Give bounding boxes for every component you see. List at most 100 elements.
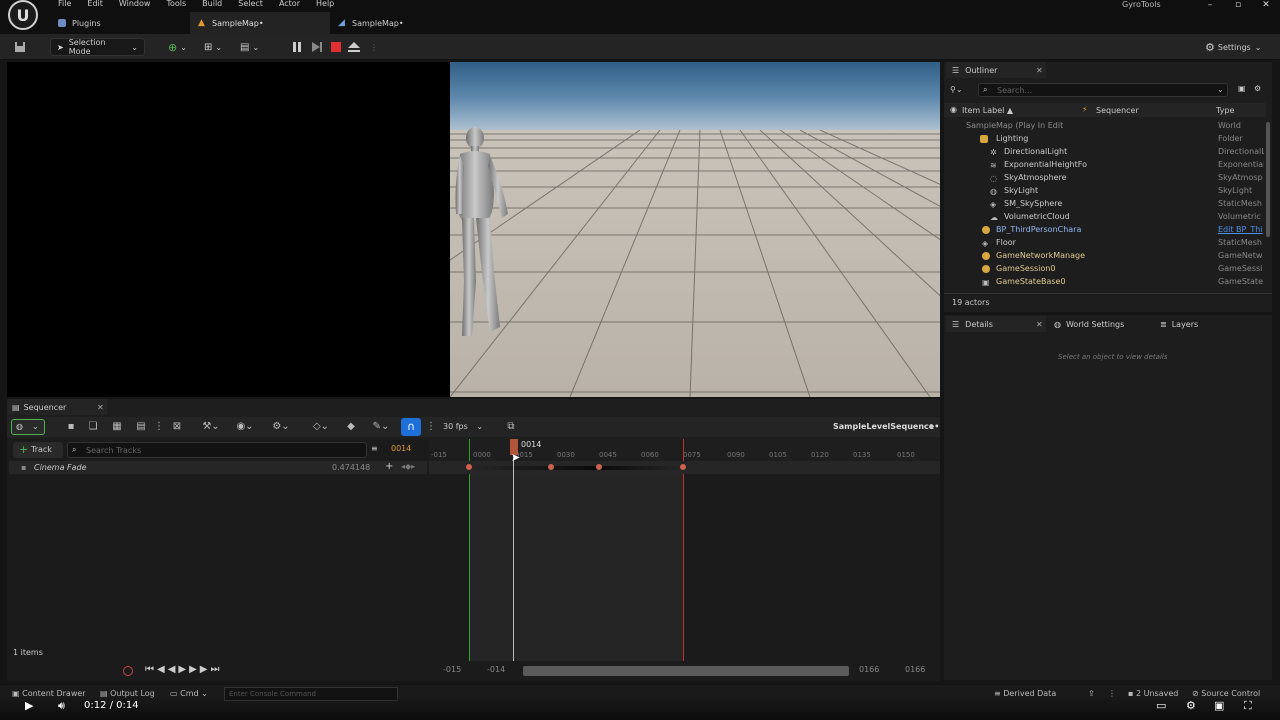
fps-dropdown[interactable]: 30 fps ⌄ bbox=[443, 422, 483, 431]
filter-icon[interactable]: ≡ bbox=[371, 444, 378, 453]
volume-icon[interactable]: 🔊︎ bbox=[58, 699, 65, 713]
menu-tools[interactable]: Tools bbox=[158, 0, 194, 8]
outliner-search-input[interactable]: ⌕ Search... ⌄ bbox=[978, 83, 1228, 97]
key-nav-icon[interactable]: ◂◆▸ bbox=[401, 462, 415, 471]
graph-icon[interactable]: ⊠ bbox=[171, 421, 183, 433]
gear-icon[interactable]: ⚙⌄ bbox=[269, 421, 293, 433]
tree-row[interactable]: ◌ SkyAtmosphere SkyAtmosp bbox=[944, 172, 1266, 185]
tree-row[interactable]: ☁ VolumetricCloud Volumetric bbox=[944, 211, 1266, 224]
menu-actor[interactable]: Actor bbox=[271, 0, 308, 8]
tree-row[interactable]: ◈ Floor StaticMesh bbox=[944, 237, 1266, 250]
settings-gear-icon[interactable]: ⚙ bbox=[1186, 699, 1196, 712]
tree-row[interactable]: ◈ SM_SkySphere StaticMesh bbox=[944, 198, 1266, 211]
add-actor-button[interactable]: ⊕ ⌄ bbox=[168, 38, 187, 56]
menu-help[interactable]: Help bbox=[308, 0, 342, 8]
level-viewport[interactable] bbox=[7, 62, 940, 397]
menu-build[interactable]: Build bbox=[194, 0, 230, 8]
settings-button[interactable]: ⚙ Settings ⌄ bbox=[1205, 38, 1261, 56]
pencil-icon[interactable]: ✎⌄ bbox=[369, 421, 393, 433]
wrench-icon[interactable]: ⚒⌄ bbox=[199, 421, 223, 433]
save-icon[interactable]: ▪ bbox=[65, 421, 77, 433]
filter-icon[interactable]: ⚲⌄ bbox=[950, 85, 963, 94]
tab-plugins[interactable]: Plugins bbox=[50, 12, 190, 34]
column-item-label[interactable]: Item Label ▲ bbox=[962, 106, 1013, 115]
tab-world-settings[interactable]: ◍ World Settings bbox=[1054, 316, 1154, 332]
time-ruler[interactable]: -015 0000 0015 0030 0045 0060 0075 0090 … bbox=[429, 439, 940, 461]
key-add-icon[interactable]: ◆ bbox=[345, 421, 357, 433]
playback-controls[interactable]: ⏮◀◀▶▶▶⏭ bbox=[145, 664, 222, 675]
mannequin-character[interactable] bbox=[450, 122, 520, 342]
timeline-scrollbar[interactable] bbox=[523, 666, 849, 676]
gear-icon[interactable]: ⚙ bbox=[1254, 84, 1261, 93]
eye-icon[interactable]: ◉ bbox=[950, 105, 957, 114]
view-end-input[interactable]: 0166 bbox=[859, 665, 879, 674]
find-icon[interactable]: ❏ bbox=[87, 421, 99, 433]
current-frame[interactable]: 0014 bbox=[391, 444, 411, 453]
render-icon[interactable]: ▦ bbox=[111, 421, 123, 433]
edit-blueprint-link[interactable]: Edit BP_Thi bbox=[1218, 225, 1264, 234]
keyframe[interactable] bbox=[548, 464, 554, 470]
keyframe[interactable] bbox=[466, 464, 472, 470]
view-start-input[interactable]: -014 bbox=[487, 665, 505, 674]
unreal-logo-icon[interactable]: U bbox=[8, 0, 38, 30]
subtitles-icon[interactable]: ▭ bbox=[1156, 699, 1166, 712]
selection-mode-dropdown[interactable]: ➤ Selection Mode ⌄ bbox=[50, 38, 145, 56]
tree-row[interactable]: ✲ DirectionalLight DirectionalL bbox=[944, 146, 1266, 159]
tree-row[interactable]: ▣ GameStateBase0 GameState bbox=[944, 276, 1266, 289]
tree-row[interactable]: ≋ ExponentialHeightFo Exponential bbox=[944, 159, 1266, 172]
menu-window[interactable]: Window bbox=[111, 0, 159, 8]
tab-samplemap-active[interactable]: ▲ SampleMap• bbox=[190, 12, 330, 34]
tab-layers[interactable]: ≣ Layers bbox=[1160, 316, 1240, 332]
tree-row[interactable]: GameSession0 GameSessi bbox=[944, 263, 1266, 276]
clapper-icon[interactable]: ▤ bbox=[135, 421, 147, 433]
snap-magnet-button[interactable]: ∩ bbox=[401, 418, 421, 436]
tab-outliner[interactable]: ☰ Outliner ✕ bbox=[946, 62, 1046, 78]
track-search-input[interactable]: ⌕ Search Tracks bbox=[67, 442, 367, 458]
play-icon[interactable]: ▶ bbox=[25, 699, 33, 712]
cinema-fade-lane[interactable] bbox=[429, 461, 940, 474]
tab-samplemap-sequencer[interactable]: ◢ SampleMap• bbox=[330, 12, 470, 34]
column-type[interactable]: Type bbox=[1216, 106, 1234, 115]
keyframe[interactable] bbox=[680, 464, 686, 470]
tree-row[interactable]: SampleMap (Play In Edit World bbox=[944, 120, 1266, 133]
world-selector-button[interactable]: ◍ ⌄ bbox=[11, 419, 45, 435]
options-icon[interactable]: ⋮ bbox=[370, 38, 378, 56]
game-view[interactable] bbox=[450, 62, 940, 397]
add-key-icon[interactable]: + bbox=[385, 461, 393, 472]
range-end-input[interactable]: 0166 bbox=[905, 665, 925, 674]
keyframe-icon[interactable]: ◇⌄ bbox=[309, 421, 333, 433]
close-icon[interactable]: ✕ bbox=[1036, 66, 1043, 75]
tab-details[interactable]: ☰ Details ✕ bbox=[946, 316, 1046, 332]
lock-icon[interactable]: 🔒︎ bbox=[929, 421, 933, 431]
tree-row[interactable]: Lighting Folder bbox=[944, 133, 1266, 146]
more-icon[interactable]: ⋮ bbox=[153, 421, 165, 433]
outliner-scrollbar[interactable] bbox=[1266, 122, 1270, 237]
menu-file[interactable]: File bbox=[50, 0, 79, 8]
step-button[interactable] bbox=[311, 38, 323, 56]
track-value[interactable]: 0.474148 bbox=[332, 463, 370, 472]
save-icon[interactable] bbox=[14, 38, 26, 56]
blueprint-button[interactable]: ⊞ ⌄ bbox=[204, 38, 222, 56]
timeline[interactable]: -015 0000 0015 0030 0045 0060 0075 0090 … bbox=[429, 439, 940, 661]
keyframe[interactable] bbox=[596, 464, 602, 470]
tree-row[interactable]: BP_ThirdPersonChara Edit BP_Thi bbox=[944, 224, 1266, 237]
tree-row[interactable]: GameNetworkManage GameNetw bbox=[944, 250, 1266, 263]
stop-button[interactable] bbox=[331, 38, 341, 56]
new-folder-icon[interactable]: ▣ bbox=[1238, 84, 1246, 93]
close-icon[interactable]: ✕ bbox=[97, 403, 104, 412]
fullscreen-icon[interactable]: ⛶ bbox=[1244, 699, 1252, 713]
track-row-cinema-fade[interactable]: ▪ Cinema Fade 0.474148 + ◂◆▸ bbox=[9, 461, 427, 474]
menu-edit[interactable]: Edit bbox=[79, 0, 111, 8]
close-icon[interactable]: ✕ bbox=[1036, 320, 1043, 329]
playback-range-icon[interactable]: ⧉ bbox=[505, 421, 517, 433]
pause-button[interactable] bbox=[292, 38, 302, 56]
miniplayer-icon[interactable]: ▣ bbox=[1214, 699, 1224, 712]
record-icon[interactable] bbox=[123, 666, 133, 676]
menu-select[interactable]: Select bbox=[230, 0, 271, 8]
more-icon[interactable]: ⋮ bbox=[425, 421, 437, 433]
eject-button[interactable] bbox=[348, 38, 360, 56]
column-sequencer[interactable]: Sequencer bbox=[1096, 106, 1139, 115]
add-track-button[interactable]: + Track bbox=[13, 442, 63, 458]
range-start-input[interactable]: -015 bbox=[443, 665, 461, 674]
tab-sequencer[interactable]: ▤ Sequencer ✕ bbox=[7, 399, 107, 415]
